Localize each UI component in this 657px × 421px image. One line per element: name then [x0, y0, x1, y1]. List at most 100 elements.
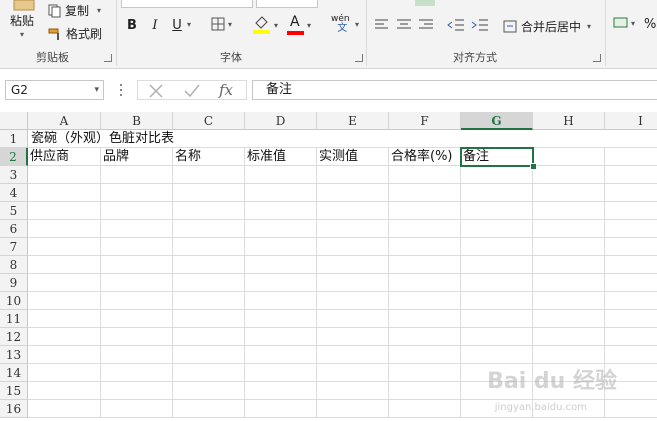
column-header-E[interactable]: E: [317, 112, 389, 130]
cell-I16[interactable]: [605, 400, 657, 418]
column-header-F[interactable]: F: [389, 112, 461, 130]
clipboard-launcher-icon[interactable]: [104, 54, 112, 62]
cell-A9[interactable]: [28, 274, 101, 292]
cell-G10[interactable]: [461, 292, 533, 310]
row-header-5[interactable]: 5: [0, 202, 28, 220]
cell-C11[interactable]: [173, 310, 245, 328]
row-header-1[interactable]: 1: [0, 130, 28, 148]
cell-E4[interactable]: [317, 184, 389, 202]
cell-B2[interactable]: 品牌: [101, 148, 173, 166]
cell-A2[interactable]: 供应商: [28, 148, 101, 166]
paste-button[interactable]: 粘贴: [10, 12, 34, 29]
row-header-12[interactable]: 12: [0, 328, 28, 346]
increase-indent-button[interactable]: [471, 18, 489, 32]
cell-A15[interactable]: [28, 382, 101, 400]
name-box-dropdown-icon[interactable]: ▾: [94, 81, 99, 99]
select-all-corner[interactable]: [0, 112, 28, 130]
cell-H7[interactable]: [533, 238, 605, 256]
copy-button[interactable]: 复制 ▾: [48, 2, 101, 19]
cell-B4[interactable]: [101, 184, 173, 202]
resize-grip-icon[interactable]: [119, 82, 123, 98]
font-launcher-icon[interactable]: [355, 54, 363, 62]
cell-D16[interactable]: [245, 400, 317, 418]
cell-I3[interactable]: [605, 166, 657, 184]
cell-C9[interactable]: [173, 274, 245, 292]
underline-dropdown-icon[interactable]: ▾: [187, 20, 191, 29]
cell-D2[interactable]: 标准值: [245, 148, 317, 166]
cell-I7[interactable]: [605, 238, 657, 256]
cell-C8[interactable]: [173, 256, 245, 274]
cell-F7[interactable]: [389, 238, 461, 256]
cell-B10[interactable]: [101, 292, 173, 310]
cell-D12[interactable]: [245, 328, 317, 346]
cell-G8[interactable]: [461, 256, 533, 274]
cell-I13[interactable]: [605, 346, 657, 364]
cell-H12[interactable]: [533, 328, 605, 346]
cell-A3[interactable]: [28, 166, 101, 184]
cell-G4[interactable]: [461, 184, 533, 202]
cell-E9[interactable]: [317, 274, 389, 292]
column-header-H[interactable]: H: [533, 112, 605, 130]
align-center-button[interactable]: [396, 18, 412, 32]
cell-A14[interactable]: [28, 364, 101, 382]
phonetic-dropdown-icon[interactable]: ▾: [355, 20, 359, 29]
column-header-G[interactable]: G: [461, 112, 533, 130]
cell-B16[interactable]: [101, 400, 173, 418]
cell-D14[interactable]: [245, 364, 317, 382]
merge-center-button[interactable]: 合并后居中 ▾: [503, 18, 591, 35]
cell-C6[interactable]: [173, 220, 245, 238]
cell-B7[interactable]: [101, 238, 173, 256]
cell-I9[interactable]: [605, 274, 657, 292]
row-header-11[interactable]: 11: [0, 310, 28, 328]
cell-A8[interactable]: [28, 256, 101, 274]
row-header-9[interactable]: 9: [0, 274, 28, 292]
row-header-3[interactable]: 3: [0, 166, 28, 184]
column-header-C[interactable]: C: [173, 112, 245, 130]
cell-E14[interactable]: [317, 364, 389, 382]
cell-D15[interactable]: [245, 382, 317, 400]
row-header-4[interactable]: 4: [0, 184, 28, 202]
cell-A7[interactable]: [28, 238, 101, 256]
cell-D13[interactable]: [245, 346, 317, 364]
cell-I11[interactable]: [605, 310, 657, 328]
cell-I8[interactable]: [605, 256, 657, 274]
cell-A6[interactable]: [28, 220, 101, 238]
cell-G3[interactable]: [461, 166, 533, 184]
cell-H4[interactable]: [533, 184, 605, 202]
cell-F6[interactable]: [389, 220, 461, 238]
cell-E11[interactable]: [317, 310, 389, 328]
borders-button[interactable]: ▾: [211, 17, 232, 32]
wrap-text-icon[interactable]: [415, 0, 435, 6]
cell-G13[interactable]: [461, 346, 533, 364]
cell-F3[interactable]: [389, 166, 461, 184]
cell-H6[interactable]: [533, 220, 605, 238]
cell-A16[interactable]: [28, 400, 101, 418]
cell-H11[interactable]: [533, 310, 605, 328]
cell-F12[interactable]: [389, 328, 461, 346]
cell-D8[interactable]: [245, 256, 317, 274]
cell-A5[interactable]: [28, 202, 101, 220]
cell-A1[interactable]: 瓷碗（外观）色脏对比表: [28, 130, 174, 148]
cell-F5[interactable]: [389, 202, 461, 220]
cell-G12[interactable]: [461, 328, 533, 346]
cell-G7[interactable]: [461, 238, 533, 256]
column-header-I[interactable]: I: [605, 112, 657, 130]
row-header-6[interactable]: 6: [0, 220, 28, 238]
row-header-13[interactable]: 13: [0, 346, 28, 364]
cell-G11[interactable]: [461, 310, 533, 328]
cell-E12[interactable]: [317, 328, 389, 346]
cell-F16[interactable]: [389, 400, 461, 418]
cell-I10[interactable]: [605, 292, 657, 310]
cell-C13[interactable]: [173, 346, 245, 364]
cell-E15[interactable]: [317, 382, 389, 400]
cell-F15[interactable]: [389, 382, 461, 400]
cell-B12[interactable]: [101, 328, 173, 346]
cell-F14[interactable]: [389, 364, 461, 382]
cell-C12[interactable]: [173, 328, 245, 346]
cell-E3[interactable]: [317, 166, 389, 184]
font-name-box[interactable]: [121, 0, 253, 8]
row-header-7[interactable]: 7: [0, 238, 28, 256]
row-header-15[interactable]: 15: [0, 382, 28, 400]
row-header-10[interactable]: 10: [0, 292, 28, 310]
percent-button[interactable]: %: [644, 17, 656, 32]
